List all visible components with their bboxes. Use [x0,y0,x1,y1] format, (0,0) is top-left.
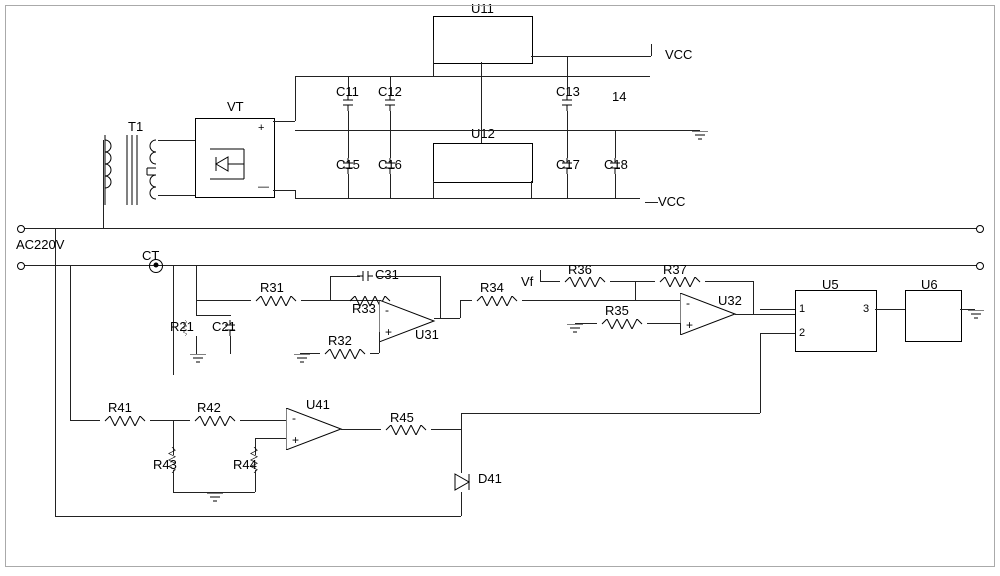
ac-terminal-top [17,225,25,233]
u5-pin2: 2 [799,327,805,340]
r41-label: R41 [108,401,132,414]
c13-label: C13 [556,85,580,98]
r32-label: R32 [328,334,352,347]
t1-label: T1 [128,120,143,133]
ac-terminal-bot [17,262,25,270]
r36-icon [560,276,610,286]
r36-label: R36 [568,263,592,276]
u6-box [905,290,962,342]
vf-label: Vf [521,275,533,288]
ac-terminal-top-r [976,225,984,233]
gnd-icon-3 [294,354,310,366]
u12-box [433,143,533,183]
c16-label: C16 [378,158,402,171]
u5-pin1: 1 [799,303,805,316]
r42-icon [190,415,240,425]
c12-label: C12 [378,85,402,98]
svg-text:+: + [385,325,392,339]
r45-label: R45 [390,411,414,424]
ac-terminal-bot-r [976,262,984,270]
c11-label: C11 [336,85,359,98]
u11-box [433,16,533,64]
net-14-label: 14 [612,90,626,103]
c18-label: C18 [604,158,628,171]
r21-label: R21 [170,320,194,333]
r41-icon [100,415,150,425]
r45-icon [381,424,431,434]
d41-label: D41 [478,472,502,485]
r31-label: R31 [260,281,284,294]
u6-label: U6 [921,278,938,291]
u41-icon: -+ [286,408,346,450]
r42-label: R42 [197,401,221,414]
r34-icon [472,295,522,305]
u31-label: U31 [415,328,439,341]
ac220v-label: AC220V [16,238,64,251]
r34-label: R34 [480,281,504,294]
gnd-icon-2 [190,354,206,366]
gnd-icon-6 [207,493,223,505]
schematic-canvas: VCC 14 —VCC AC220V Vf T1 VT + — [0,0,1000,576]
u41-label: U41 [306,398,330,411]
u32-label: U32 [718,294,742,307]
gnd-icon-4 [567,324,583,336]
r35-label: R35 [605,304,629,317]
gnd-icon-5 [968,310,984,322]
r37-label: R37 [663,263,687,276]
c31-icon [357,271,373,281]
svg-text:-: - [385,303,389,317]
r32-icon [320,348,370,358]
u5-box [795,290,877,352]
r44-label: R44 [233,458,257,471]
r33-label: R33 [352,302,376,315]
u12-label: U12 [471,127,495,140]
transformer-t1-icon [103,135,158,205]
c15-label: C15 [336,158,360,171]
vcc-label: VCC [665,48,692,61]
svg-text:-: - [686,296,690,310]
u5-label: U5 [822,278,839,291]
u11-label: U11 [471,2,494,15]
vt-minus-pin: — [258,181,269,194]
svg-text:+: + [292,433,299,447]
gnd-icon-1 [692,131,708,143]
r35-icon [597,318,647,328]
vt-label: VT [227,100,244,113]
d41-icon [452,472,472,492]
c21-label: C21 [212,320,236,333]
r37-icon [655,276,705,286]
c31-label: C31 [375,268,399,281]
u5-pin3: 3 [863,303,869,316]
svg-text:-: - [292,411,296,425]
r31-icon [251,295,301,305]
c17-label: C17 [556,158,580,171]
neg-vcc-label: —VCC [645,195,685,208]
svg-text:+: + [686,318,693,332]
vt-plus-pin: + [258,122,264,135]
